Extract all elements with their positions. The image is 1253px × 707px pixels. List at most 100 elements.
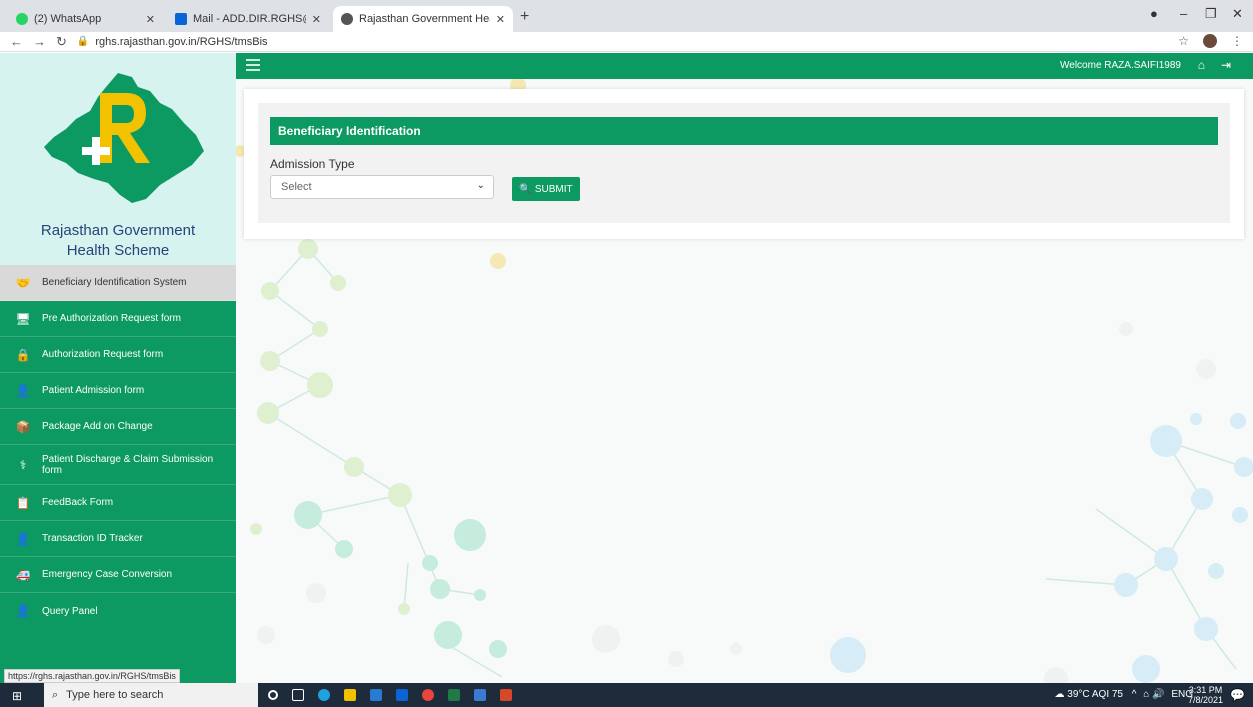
back-icon[interactable]: ← bbox=[10, 34, 23, 49]
clock-date: 7/8/2021 bbox=[1187, 695, 1223, 705]
select-value: Select bbox=[281, 181, 312, 193]
scheme-title-line1: Rajasthan Government bbox=[40, 222, 196, 239]
address-bar: ← → ↻ 🔒 rghs.rajasthan.gov.in/RGHS/tmsBi… bbox=[0, 32, 1253, 52]
sidebar-item-pre-authorization[interactable]: 🖥 Pre Authorization Request form bbox=[0, 301, 236, 337]
monitor-icon: 🖥 bbox=[15, 311, 31, 326]
sidebar-item-label: Patient Admission form bbox=[42, 385, 145, 396]
submit-label: SUBMIT bbox=[534, 183, 573, 195]
handshake-icon: 🤝 bbox=[15, 275, 31, 290]
status-url: https://rghs.rajasthan.gov.in/RGHS/tmsBi… bbox=[4, 669, 180, 683]
notification-icon[interactable]: 💬 bbox=[1230, 688, 1245, 702]
close-tab-icon[interactable]: ✕ bbox=[146, 13, 155, 26]
browser-tab-rghs[interactable]: Rajasthan Government Health Sc ✕ bbox=[333, 6, 513, 32]
volume-icon[interactable]: 🔊 bbox=[1152, 689, 1164, 700]
rajasthan-logo bbox=[44, 73, 204, 203]
scheme-title-line2: Health Scheme bbox=[66, 242, 170, 259]
sidebar-menu: 🤝 Beneficiary Identification System 🖥 Pr… bbox=[0, 265, 236, 629]
reload-icon[interactable]: ↻ bbox=[56, 34, 67, 50]
admission-type-select[interactable]: Select ⌄ bbox=[270, 175, 494, 199]
system-tray: ☁ 39°C AQI 75 ^ ⌂ 🔊 ENG bbox=[1055, 689, 1193, 700]
sidebar: Rajasthan Government Health Scheme 🤝 Ben… bbox=[0, 53, 236, 683]
app: Rajasthan Government Health Scheme 🤝 Ben… bbox=[0, 53, 1253, 683]
sidebar-item-label: Transaction ID Tracker bbox=[42, 533, 143, 544]
minimize-icon[interactable]: – bbox=[1180, 6, 1187, 21]
sidebar-item-label: Patient Discharge & Claim Submission for… bbox=[42, 453, 214, 476]
search-icon: 🔍 bbox=[519, 183, 532, 195]
lock-icon: 🔒 bbox=[76, 36, 90, 47]
task-view-icon[interactable] bbox=[292, 689, 304, 701]
menu-dots-icon[interactable]: ⋮ bbox=[1231, 34, 1243, 48]
new-tab-icon[interactable]: + bbox=[520, 8, 529, 26]
url-field[interactable]: rghs.rajasthan.gov.in/RGHS/tmsBis bbox=[95, 36, 267, 48]
browser-tab-mail[interactable]: Mail - ADD.DIR.RGHS@RAJASTH ✕ bbox=[167, 6, 329, 32]
sidebar-item-label: Package Add on Change bbox=[42, 421, 153, 432]
taskbar-search[interactable]: ⌕ Type here to search bbox=[44, 683, 258, 707]
sidebar-item-patient-admission[interactable]: 👤 Patient Admission form bbox=[0, 373, 236, 409]
package-icon: 📦 bbox=[15, 419, 31, 434]
sidebar-item-emergency-case[interactable]: 🚑 Emergency Case Conversion bbox=[0, 557, 236, 593]
maximize-icon[interactable]: ❐ bbox=[1205, 6, 1217, 22]
record-icon[interactable]: ● bbox=[1150, 6, 1158, 21]
sidebar-item-beneficiary-identification[interactable]: 🤝 Beneficiary Identification System bbox=[0, 265, 236, 301]
profile-avatar[interactable] bbox=[1203, 34, 1217, 48]
sidebar-item-label: Query Panel bbox=[42, 605, 98, 617]
user-icon: 👤 bbox=[15, 604, 31, 618]
sidebar-item-label: FeedBack Form bbox=[42, 497, 114, 508]
sidebar-item-query-panel[interactable]: 👤 Query Panel bbox=[0, 593, 236, 629]
lock-icon: 🔒 bbox=[15, 347, 31, 362]
windows-start-icon[interactable]: ⊞ bbox=[12, 689, 22, 703]
sidebar-item-label: Pre Authorization Request form bbox=[42, 313, 181, 324]
submit-button[interactable]: 🔍 SUBMIT bbox=[512, 177, 580, 201]
close-tab-icon[interactable]: ✕ bbox=[312, 13, 321, 26]
sidebar-item-authorization[interactable]: 🔒 Authorization Request form bbox=[0, 337, 236, 373]
edge-icon[interactable] bbox=[318, 689, 330, 701]
store-icon[interactable] bbox=[370, 689, 382, 701]
mail-icon bbox=[175, 13, 187, 25]
sidebar-item-patient-discharge[interactable]: ⚕ Patient Discharge & Claim Submission f… bbox=[0, 445, 236, 485]
sidebar-item-package-add-on[interactable]: 📦 Package Add on Change bbox=[0, 409, 236, 445]
tab-label: Rajasthan Government Health Sc bbox=[359, 13, 490, 25]
star-icon[interactable]: ☆ bbox=[1178, 34, 1189, 48]
network-icon[interactable]: ⌂ bbox=[1143, 689, 1149, 700]
weather-text[interactable]: 39°C AQI 75 bbox=[1067, 689, 1123, 700]
main-content: Beneficiary Identification Admission Typ… bbox=[236, 79, 1253, 683]
admission-type-label: Admission Type bbox=[270, 157, 355, 171]
patient-icon: 👤 bbox=[15, 383, 31, 398]
chrome-icon[interactable] bbox=[422, 689, 434, 701]
close-tab-icon[interactable]: ✕ bbox=[496, 13, 505, 26]
sidebar-item-feedback[interactable]: 📋 FeedBack Form bbox=[0, 485, 236, 521]
globe-icon bbox=[341, 13, 353, 25]
acrobat-icon[interactable] bbox=[500, 689, 512, 701]
chevron-down-icon: ⌄ bbox=[476, 180, 485, 191]
sidebar-item-label: Authorization Request form bbox=[42, 349, 164, 360]
windows-taskbar: ⊞ ⌕ Type here to search ☁ 39°C AQI 75 ^ … bbox=[0, 683, 1253, 707]
whatsapp-icon bbox=[16, 13, 28, 25]
logout-icon[interactable]: ⇥ bbox=[1221, 58, 1231, 72]
beneficiary-panel: Beneficiary Identification Admission Typ… bbox=[258, 103, 1230, 223]
hamburger-menu-icon[interactable] bbox=[246, 59, 260, 71]
discharge-icon: ⚕ bbox=[19, 457, 27, 472]
feedback-icon: 📋 bbox=[15, 495, 31, 510]
chevron-up-icon[interactable]: ^ bbox=[1132, 689, 1137, 700]
beneficiary-card: Beneficiary Identification Admission Typ… bbox=[244, 89, 1244, 239]
mail-icon[interactable] bbox=[396, 689, 408, 701]
search-icon: ⌕ bbox=[52, 688, 59, 701]
top-bar: Welcome RAZA.SAIFI1989 ⌂ ⇥ bbox=[236, 53, 1253, 79]
clock[interactable]: 3:31 PM 7/8/2021 bbox=[1188, 685, 1223, 705]
clock-time: 3:31 PM bbox=[1188, 685, 1223, 695]
browser-tab-whatsapp[interactable]: (2) WhatsApp ✕ bbox=[8, 6, 163, 32]
tab-label: (2) WhatsApp bbox=[34, 13, 102, 25]
app-icon[interactable] bbox=[474, 689, 486, 701]
forward-icon[interactable]: → bbox=[33, 34, 46, 49]
weather-icon: ☁ bbox=[1054, 689, 1065, 700]
tab-label: Mail - ADD.DIR.RGHS@RAJASTH bbox=[193, 13, 306, 25]
welcome-text: Welcome RAZA.SAIFI1989 bbox=[1060, 60, 1181, 71]
panel-header: Beneficiary Identification bbox=[270, 117, 1218, 145]
home-icon[interactable]: ⌂ bbox=[1198, 58, 1205, 72]
close-window-icon[interactable]: ✕ bbox=[1232, 6, 1243, 22]
excel-icon[interactable] bbox=[448, 689, 460, 701]
file-explorer-icon[interactable] bbox=[344, 689, 356, 701]
cortana-icon[interactable] bbox=[268, 690, 278, 700]
sidebar-item-transaction-tracker[interactable]: 👤 Transaction ID Tracker bbox=[0, 521, 236, 557]
scheme-title: Rajasthan Government Health Scheme bbox=[0, 221, 236, 261]
